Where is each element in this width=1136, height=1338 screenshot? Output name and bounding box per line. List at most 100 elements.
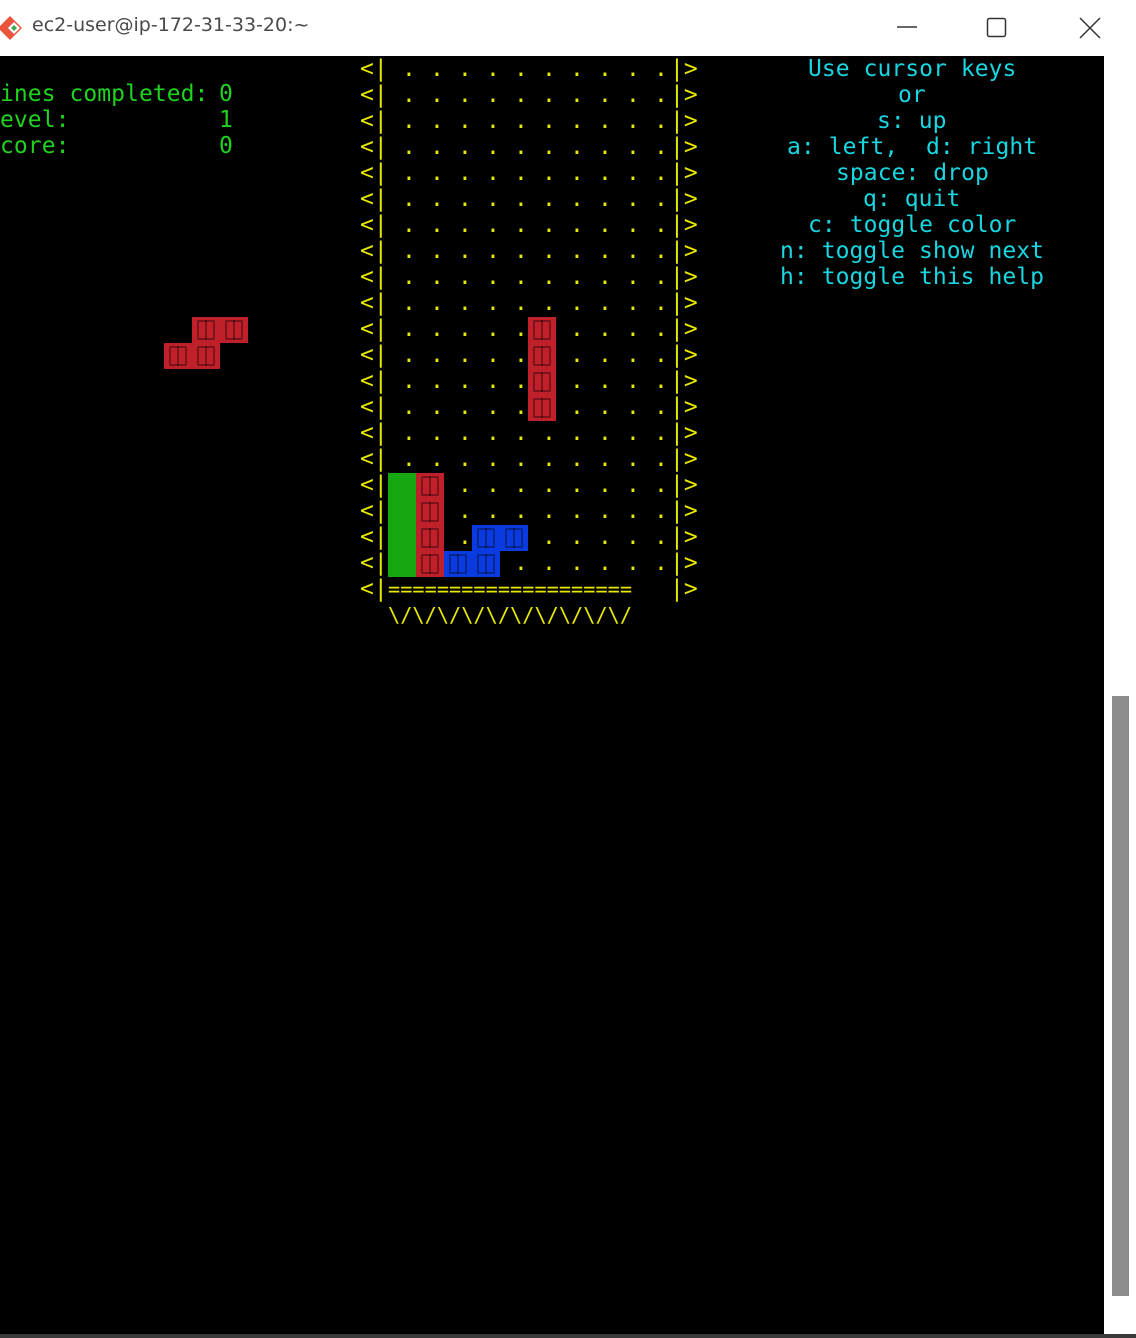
- board-empty-cell: .: [654, 524, 668, 550]
- board-wall-right: |>: [670, 160, 698, 186]
- board-floor: ====================: [388, 577, 633, 601]
- board-empty-cell: .: [486, 368, 500, 394]
- board-wall-left: <|: [360, 498, 388, 524]
- board-empty-cell: .: [514, 446, 528, 472]
- lines-completed-label: ines completed:: [0, 81, 209, 107]
- board-empty-cell: .: [570, 56, 584, 82]
- maximize-icon: [986, 17, 1007, 38]
- board-empty-cell: .: [626, 56, 640, 82]
- board-wall-right: |>: [670, 498, 698, 524]
- board-empty-cell: .: [654, 472, 668, 498]
- board-wall-left: <|: [360, 342, 388, 368]
- board-base: \/\/\/\/\/\/\/\/\/\/: [388, 603, 633, 627]
- board-block-green: [388, 473, 416, 499]
- board-empty-cell: .: [626, 212, 640, 238]
- board-empty-cell: .: [598, 160, 612, 186]
- board-empty-cell: .: [402, 316, 416, 342]
- board-empty-cell: .: [458, 394, 472, 420]
- board-empty-cell: .: [402, 238, 416, 264]
- board-empty-cell: .: [430, 290, 444, 316]
- board-empty-cell: .: [542, 446, 556, 472]
- board-empty-cell: .: [570, 342, 584, 368]
- scrollbar-thumb[interactable]: [1112, 696, 1129, 1296]
- board-empty-cell: .: [626, 316, 640, 342]
- board-wall-right: |>: [670, 290, 698, 316]
- board-empty-cell: .: [402, 82, 416, 108]
- board-wall-right: |>: [670, 56, 698, 82]
- board-empty-cell: .: [570, 134, 584, 160]
- board-empty-cell: .: [430, 264, 444, 290]
- maximize-button[interactable]: [952, 0, 1042, 56]
- board-empty-cell: .: [430, 186, 444, 212]
- help-line: a: left, d: right: [787, 134, 1038, 160]
- board-empty-cell: .: [430, 316, 444, 342]
- board-empty-cell: .: [654, 160, 668, 186]
- board-empty-cell: .: [598, 498, 612, 524]
- board-empty-cell: .: [598, 342, 612, 368]
- next-piece-block: [192, 343, 220, 369]
- board-empty-cell: .: [570, 160, 584, 186]
- board-empty-cell: .: [598, 82, 612, 108]
- git-bash-icon: [0, 14, 28, 42]
- board-empty-cell: .: [654, 394, 668, 420]
- board-empty-cell: .: [486, 212, 500, 238]
- board-wall-right: |>: [670, 108, 698, 134]
- board-empty-cell: .: [458, 524, 472, 550]
- board-wall-right: |>: [670, 394, 698, 420]
- board-empty-cell: .: [458, 160, 472, 186]
- board-wall-left: <|: [360, 524, 388, 550]
- board-empty-cell: .: [598, 186, 612, 212]
- board-empty-cell: .: [514, 368, 528, 394]
- board-empty-cell: .: [654, 56, 668, 82]
- close-button[interactable]: [1045, 0, 1135, 56]
- board-empty-cell: .: [598, 524, 612, 550]
- board-wall-left: <|: [360, 160, 388, 186]
- board-empty-cell: .: [570, 498, 584, 524]
- board-wall-right: |>: [670, 472, 698, 498]
- board-empty-cell: .: [654, 134, 668, 160]
- board-empty-cell: .: [626, 368, 640, 394]
- score-value: 0: [219, 133, 233, 159]
- minimize-button[interactable]: [862, 0, 952, 56]
- board-empty-cell: .: [514, 550, 528, 576]
- board-wall-right: |>: [670, 368, 698, 394]
- board-empty-cell: .: [514, 394, 528, 420]
- board-empty-cell: .: [514, 160, 528, 186]
- board-empty-cell: .: [570, 290, 584, 316]
- lines-completed-value: 0: [219, 81, 233, 107]
- board-empty-cell: .: [598, 550, 612, 576]
- board-empty-cell: .: [598, 290, 612, 316]
- close-icon: [1079, 17, 1101, 39]
- board-empty-cell: .: [626, 186, 640, 212]
- terminal-area[interactable]: ines completed: 0 evel: 1 core: 0 <|....…: [0, 56, 1104, 1334]
- board-empty-cell: .: [486, 134, 500, 160]
- board-empty-cell: .: [626, 264, 640, 290]
- board-wall-right: |>: [670, 576, 698, 602]
- board-block-red: [416, 473, 444, 499]
- board-empty-cell: .: [654, 342, 668, 368]
- board-empty-cell: .: [430, 212, 444, 238]
- board-empty-cell: .: [430, 108, 444, 134]
- board-empty-cell: .: [542, 420, 556, 446]
- board-block-blue: [500, 525, 528, 551]
- board-empty-cell: .: [626, 420, 640, 446]
- board-empty-cell: .: [598, 472, 612, 498]
- board-empty-cell: .: [570, 264, 584, 290]
- board-empty-cell: .: [402, 264, 416, 290]
- minimize-icon: [897, 26, 917, 28]
- board-empty-cell: .: [626, 238, 640, 264]
- board-empty-cell: .: [514, 134, 528, 160]
- board-empty-cell: .: [486, 342, 500, 368]
- board-empty-cell: .: [570, 212, 584, 238]
- board-wall-left: <|: [360, 472, 388, 498]
- board-empty-cell: .: [430, 238, 444, 264]
- board-wall-right: |>: [670, 550, 698, 576]
- board-empty-cell: .: [458, 290, 472, 316]
- board-empty-cell: .: [402, 160, 416, 186]
- board-wall-left: <|: [360, 82, 388, 108]
- board-empty-cell: .: [542, 498, 556, 524]
- board-block-green: [388, 551, 416, 577]
- board-empty-cell: .: [626, 550, 640, 576]
- board-empty-cell: .: [430, 394, 444, 420]
- title-bar: ec2-user@ip-172-31-33-20:~: [0, 0, 1136, 56]
